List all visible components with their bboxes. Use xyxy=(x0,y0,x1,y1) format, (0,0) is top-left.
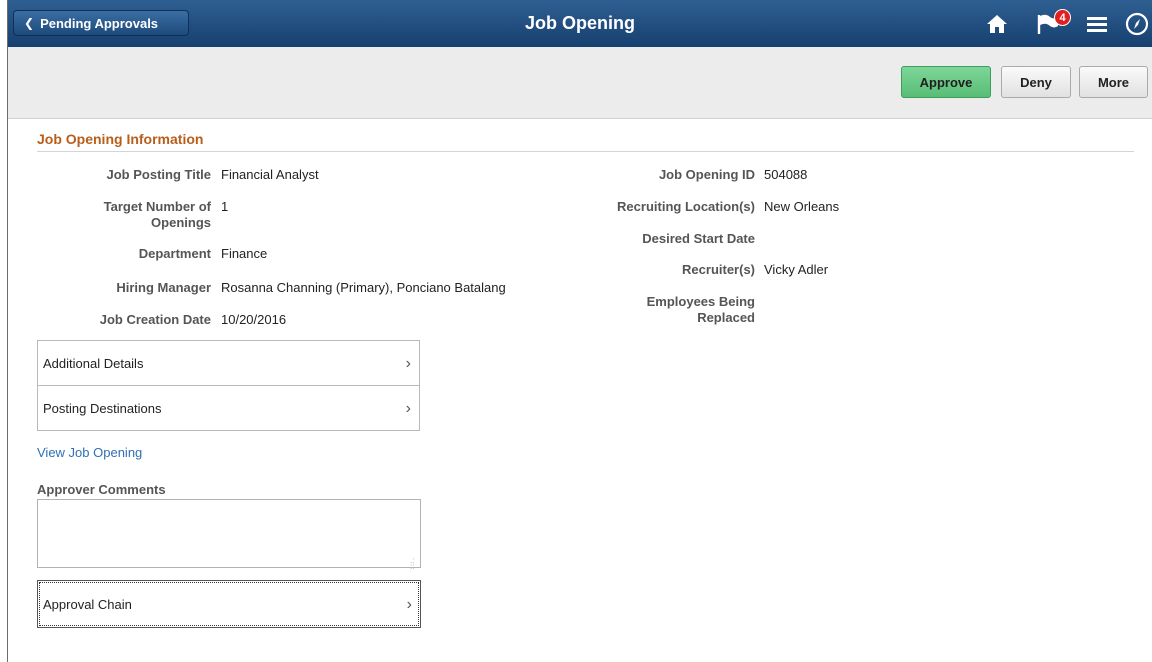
employees-being-replaced-label: Employees Being Replaced xyxy=(646,294,755,325)
deny-button[interactable]: Deny xyxy=(1001,66,1071,98)
posting-destinations-label: Posting Destinations xyxy=(43,401,162,416)
job-opening-id-value: 504088 xyxy=(764,167,808,182)
back-button[interactable]: ❮ Pending Approvals xyxy=(13,10,189,36)
approval-chain-row[interactable]: Approval Chain › xyxy=(37,580,421,628)
chevron-right-icon: › xyxy=(405,400,411,417)
hiring-manager-label: Hiring Manager xyxy=(116,280,211,295)
resize-grip-icon[interactable]: .::: xyxy=(410,557,414,571)
approver-comments-label: Approver Comments xyxy=(37,482,166,497)
approver-comments-input[interactable] xyxy=(37,499,421,568)
view-job-opening-link[interactable]: View Job Opening xyxy=(37,445,142,460)
approval-chain-label: Approval Chain xyxy=(43,596,132,612)
job-creation-date-label: Job Creation Date xyxy=(99,312,211,327)
job-opening-id-label: Job Opening ID xyxy=(658,167,755,182)
department-label: Department xyxy=(138,246,211,261)
back-button-label: Pending Approvals xyxy=(40,15,159,31)
chevron-right-icon: › xyxy=(406,596,412,613)
job-creation-date-value: 10/20/2016 xyxy=(221,312,287,327)
recruiters-value: Vicky Adler xyxy=(764,262,829,277)
department-value: Finance xyxy=(221,246,268,261)
header-bar: Job Opening ❮ Pending Approvals 4 xyxy=(8,0,1152,47)
posting-destinations-row[interactable]: Posting Destinations › xyxy=(38,386,419,431)
job-posting-title-label: Job Posting Title xyxy=(106,167,212,182)
details-group-box: Additional Details › Posting Destination… xyxy=(37,340,420,431)
menu-icon[interactable] xyxy=(1086,12,1108,36)
section-divider xyxy=(37,151,1134,152)
action-toolbar: Approve Deny More xyxy=(8,47,1152,119)
recruiting-location-label: Recruiting Location(s) xyxy=(617,199,755,214)
recruiters-label: Recruiter(s) xyxy=(682,262,755,277)
section-title: Job Opening Information xyxy=(37,131,204,147)
target-openings-label: Target Number of Openings xyxy=(103,199,211,230)
chevron-right-icon: › xyxy=(405,355,411,372)
notification-count-badge: 4 xyxy=(1054,9,1071,26)
desired-start-date-label: Desired Start Date xyxy=(642,231,755,246)
approve-button[interactable]: Approve xyxy=(901,66,991,98)
chevron-left-icon: ❮ xyxy=(24,16,35,30)
additional-details-label: Additional Details xyxy=(43,355,144,371)
hiring-manager-value: Rosanna Channing (Primary), Ponciano Bat… xyxy=(221,280,506,295)
target-openings-value: 1 xyxy=(221,199,229,214)
home-icon[interactable] xyxy=(985,12,1009,36)
recruiting-location-value: New Orleans xyxy=(764,199,840,214)
job-posting-title-value: Financial Analyst xyxy=(221,167,319,182)
additional-details-row[interactable]: Additional Details › xyxy=(38,341,419,386)
navbar-compass-icon[interactable] xyxy=(1125,12,1149,36)
more-button[interactable]: More xyxy=(1079,66,1148,98)
